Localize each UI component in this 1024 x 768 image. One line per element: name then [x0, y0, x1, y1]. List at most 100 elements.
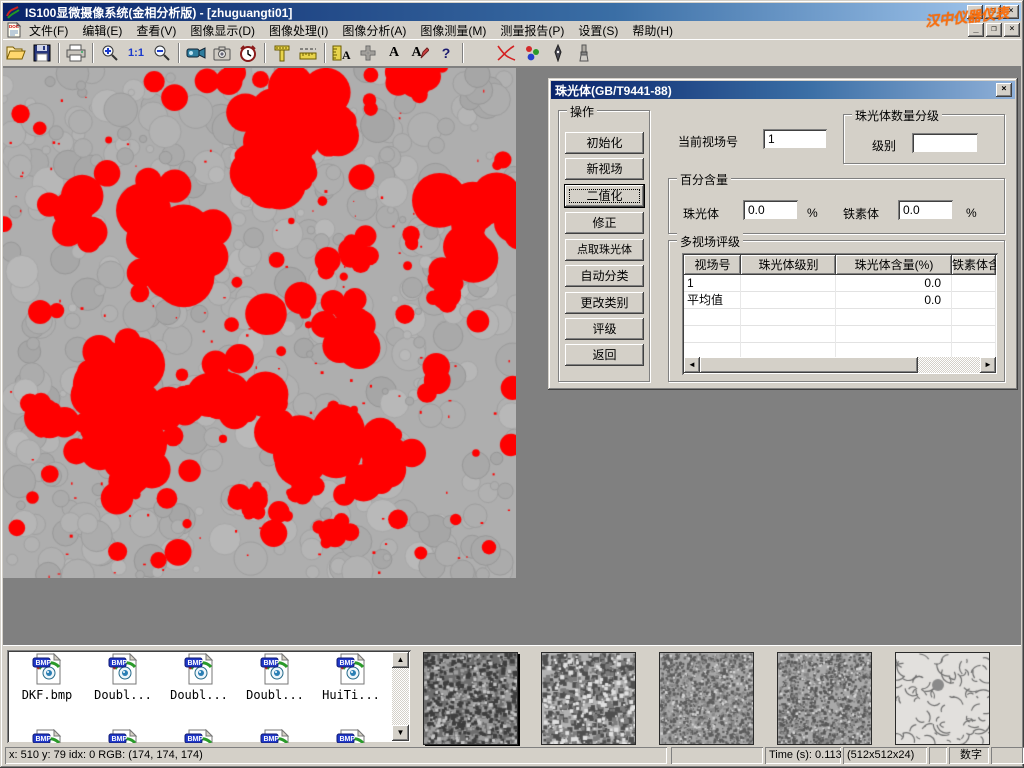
menu-file[interactable]: 文件(F)	[22, 20, 75, 41]
document-icon[interactable]: DOC	[6, 22, 22, 38]
file-item[interactable]: BMP	[11, 729, 83, 743]
col-pearlite-content[interactable]: 珠光体含量(%)	[836, 255, 952, 275]
current-field-input[interactable]: 1	[763, 129, 827, 149]
file-item[interactable]: BMP	[87, 729, 159, 743]
new-field-button[interactable]: 新视场	[565, 158, 644, 180]
init-button[interactable]: 初始化	[565, 132, 644, 154]
menu-settings[interactable]: 设置(S)	[571, 20, 625, 41]
caliper-measure-button[interactable]	[269, 41, 295, 65]
text-annotate-button[interactable]: A	[381, 41, 407, 65]
particle-analysis-button[interactable]	[519, 41, 545, 65]
curve-tool-button[interactable]	[493, 41, 519, 65]
help-button[interactable]: ?	[433, 41, 459, 65]
file-name[interactable]: Doubl...	[169, 688, 229, 702]
thumbnail-1[interactable]	[423, 652, 518, 745]
video-capture-button[interactable]	[183, 41, 209, 65]
menu-image-display[interactable]: 图像显示(D)	[183, 20, 262, 41]
status-mode: 数字	[949, 747, 989, 764]
rating-table-header: 视场号 珠光体级别 珠光体含量(%) 铁素体含量(%)	[684, 255, 996, 275]
col-ferrite-content[interactable]: 铁素体含量(%)	[952, 255, 996, 275]
child-close-button[interactable]: ×	[1004, 23, 1020, 37]
file-item[interactable]: BMP Doubl...	[87, 653, 159, 702]
grade-input[interactable]	[912, 133, 978, 153]
table-row[interactable]: 1 0.0	[684, 275, 996, 292]
pearlite-percent-input[interactable]: 0.0	[743, 200, 798, 220]
menu-image-process[interactable]: 图像处理(I)	[262, 20, 335, 41]
table-row[interactable]: 平均值 0.0	[684, 292, 996, 309]
dialog-title-bar[interactable]: 珠光体(GB/T9441-88) ×	[551, 81, 1015, 99]
svg-text:BMP: BMP	[112, 736, 128, 743]
multifield-group-title: 多视场评级	[677, 233, 743, 250]
scale-label-button[interactable]: A	[329, 41, 355, 65]
snapshot-button[interactable]	[209, 41, 235, 65]
bottom-panel: BMPDKF.bmpBMPDoubl...BMPDoubl...BMPDoubl…	[3, 645, 1021, 746]
thumbnail-2[interactable]	[541, 652, 636, 745]
table-row[interactable]	[684, 326, 996, 343]
change-class-button[interactable]: 更改类别	[565, 292, 644, 314]
brush-tool-button[interactable]	[571, 41, 597, 65]
svg-text:BMP: BMP	[340, 660, 356, 667]
file-name[interactable]: HuiTi...	[321, 688, 381, 702]
svg-text:BMP: BMP	[264, 660, 280, 667]
dialog-close-button[interactable]: ×	[996, 83, 1012, 97]
status-time: Time (s): 0.113	[765, 747, 841, 764]
file-item[interactable]: BMP HuiTi...	[315, 653, 387, 702]
menu-edit[interactable]: 编辑(E)	[75, 20, 129, 41]
file-name[interactable]: DKF.bmp	[21, 688, 74, 702]
scroll-left-arrow[interactable]: ◄	[684, 357, 700, 373]
thumbnail-4[interactable]	[777, 652, 872, 745]
col-field-no[interactable]: 视场号	[684, 255, 741, 275]
zoom-out-button[interactable]	[149, 41, 175, 65]
app-logo-icon	[5, 5, 21, 19]
rate-button[interactable]: 评级	[565, 318, 644, 340]
file-name[interactable]: Doubl...	[93, 688, 153, 702]
actual-size-button[interactable]: 1:1	[123, 41, 149, 65]
file-item[interactable]: BMP Doubl...	[239, 653, 311, 702]
grid-overlay-button[interactable]	[355, 41, 381, 65]
open-file-button[interactable]	[3, 41, 29, 65]
file-item[interactable]: BMP	[315, 729, 387, 743]
print-button[interactable]	[63, 41, 89, 65]
thumbnail-5[interactable]	[895, 652, 990, 745]
status-empty-1	[671, 747, 763, 764]
correct-button[interactable]: 修正	[565, 212, 644, 234]
scroll-down-arrow[interactable]: ▼	[392, 725, 409, 741]
file-item[interactable]: BMPDKF.bmp	[11, 653, 83, 702]
file-item[interactable]: BMPDoubl...	[163, 653, 235, 702]
printer-icon	[66, 44, 86, 62]
save-button[interactable]	[29, 41, 55, 65]
menu-view[interactable]: 查看(V)	[129, 20, 183, 41]
auto-classify-button[interactable]: 自动分类	[565, 265, 644, 287]
metallographic-image[interactable]	[3, 68, 516, 578]
scroll-thumb[interactable]	[700, 357, 918, 373]
ferrite-percent-input[interactable]: 0.0	[898, 200, 953, 220]
scroll-right-arrow[interactable]: ►	[980, 357, 996, 373]
table-row[interactable]	[684, 309, 996, 326]
svg-text:BMP: BMP	[112, 660, 128, 667]
text-edit-button[interactable]: A	[407, 41, 433, 65]
app-window: IS100显微摄像系统(金相分析版) - [zhuguangti01] _ ❐ …	[0, 0, 1024, 768]
child-restore-button[interactable]: ❐	[986, 23, 1002, 37]
table-horizontal-scrollbar[interactable]: ◄ ►	[684, 357, 996, 373]
pick-pearlite-button[interactable]: 点取珠光体	[565, 239, 644, 261]
menu-help[interactable]: 帮助(H)	[625, 20, 680, 41]
scroll-up-arrow[interactable]: ▲	[392, 652, 409, 668]
thumbnail-3[interactable]	[659, 652, 754, 745]
file-item[interactable]: BMP	[239, 729, 311, 743]
status-position: x: 510 y: 79 idx: 0 RGB: (174, 174, 174)	[5, 747, 667, 764]
menu-image-analysis[interactable]: 图像分析(A)	[335, 20, 413, 41]
bmp-file-icon: BMP	[335, 729, 367, 743]
timer-button[interactable]	[235, 41, 261, 65]
menu-image-measure[interactable]: 图像测量(M)	[413, 20, 493, 41]
file-item[interactable]: BMP	[163, 729, 235, 743]
scroll-track[interactable]	[918, 357, 980, 373]
col-pearlite-grade[interactable]: 珠光体级别	[741, 255, 836, 275]
ruler-measure-button[interactable]	[295, 41, 321, 65]
binarize-button[interactable]: 二值化	[565, 185, 644, 207]
zoom-in-button[interactable]	[97, 41, 123, 65]
file-name[interactable]: Doubl...	[245, 688, 305, 702]
return-button[interactable]: 返回	[565, 344, 644, 366]
pen-tool-button[interactable]	[545, 41, 571, 65]
menu-measure-report[interactable]: 测量报告(P)	[493, 20, 571, 41]
file-list-scrollbar[interactable]: ▲▼	[392, 652, 409, 741]
